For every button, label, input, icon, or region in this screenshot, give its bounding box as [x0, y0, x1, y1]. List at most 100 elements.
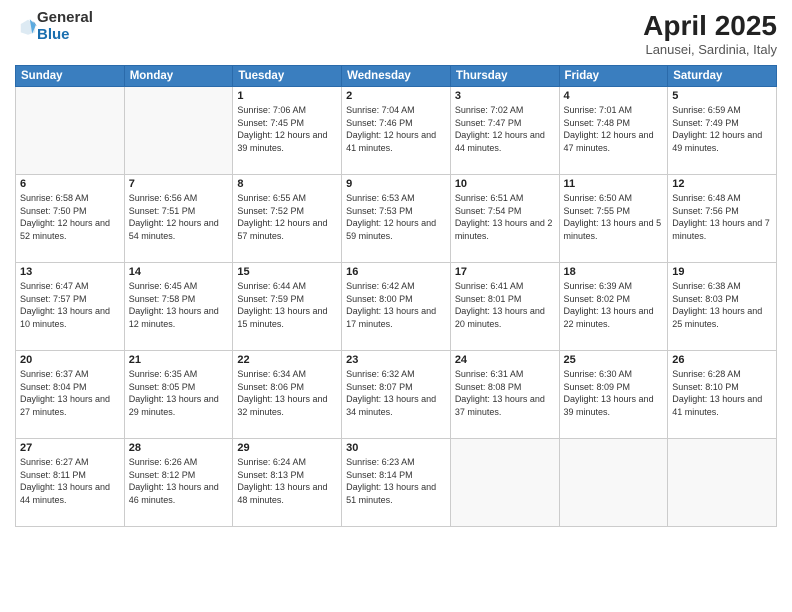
day-cell: 22Sunrise: 6:34 AM Sunset: 8:06 PM Dayli… [233, 351, 342, 439]
day-number: 28 [129, 442, 229, 454]
week-row-1: 1 Sunrise: 7:06 AM Sunset: 7:45 PM Daylig… [16, 87, 777, 175]
day-cell: 19 Sunrise: 6:38 AM Sunset: 8:03 PM Dayli… [668, 263, 777, 351]
day-number: 27 [20, 442, 120, 454]
logo-text: General Blue [37, 10, 93, 43]
day-cell: 17 Sunrise: 6:41 AM Sunset: 8:01 PM Dayli… [450, 263, 559, 351]
day-number: 17 [455, 266, 555, 278]
day-info: Sunrise: 6:50 AM Sunset: 7:55 PM Dayligh… [564, 192, 664, 242]
day-number: 11 [564, 178, 664, 190]
day-cell [16, 87, 125, 175]
header-cell-friday: Friday [559, 66, 668, 87]
day-cell: 28 Sunrise: 6:26 AM Sunset: 8:12 PM Dayli… [124, 439, 233, 527]
day-number: 19 [672, 266, 772, 278]
day-info: Sunrise: 6:27 AM Sunset: 8:11 PM Dayligh… [20, 456, 120, 506]
day-info: Sunrise: 6:58 AM Sunset: 7:50 PM Dayligh… [20, 192, 120, 242]
day-cell: 4 Sunrise: 7:01 AM Sunset: 7:48 PM Daylig… [559, 87, 668, 175]
day-number: 30 [346, 442, 446, 454]
day-number: 1 [237, 90, 337, 102]
day-info: Sunrise: 6:32 AM Sunset: 8:07 PM Dayligh… [346, 368, 446, 418]
day-number: 14 [129, 266, 229, 278]
day-info: Sunrise: 6:28 AM Sunset: 8:10 PM Dayligh… [672, 368, 772, 418]
day-cell: 2 Sunrise: 7:04 AM Sunset: 7:46 PM Daylig… [342, 87, 451, 175]
page: General Blue April 2025 Lanusei, Sardini… [0, 0, 792, 612]
day-cell: 30 Sunrise: 6:23 AM Sunset: 8:14 PM Dayli… [342, 439, 451, 527]
day-cell: 24Sunrise: 6:31 AM Sunset: 8:08 PM Dayli… [450, 351, 559, 439]
day-number: 7 [129, 178, 229, 190]
day-cell [450, 439, 559, 527]
day-info: Sunrise: 7:01 AM Sunset: 7:48 PM Dayligh… [564, 104, 664, 154]
logo-blue: Blue [37, 27, 93, 44]
day-info: Sunrise: 6:44 AM Sunset: 7:59 PM Dayligh… [237, 280, 337, 330]
day-number: 9 [346, 178, 446, 190]
day-cell [668, 439, 777, 527]
day-cell: 8Sunrise: 6:55 AM Sunset: 7:52 PM Daylig… [233, 175, 342, 263]
day-number: 18 [564, 266, 664, 278]
day-number: 13 [20, 266, 120, 278]
day-cell: 16Sunrise: 6:42 AM Sunset: 8:00 PM Dayli… [342, 263, 451, 351]
day-info: Sunrise: 7:02 AM Sunset: 7:47 PM Dayligh… [455, 104, 555, 154]
day-cell: 13 Sunrise: 6:47 AM Sunset: 7:57 PM Dayli… [16, 263, 125, 351]
day-cell: 20 Sunrise: 6:37 AM Sunset: 8:04 PM Dayli… [16, 351, 125, 439]
day-cell: 29Sunrise: 6:24 AM Sunset: 8:13 PM Dayli… [233, 439, 342, 527]
week-row-2: 6 Sunrise: 6:58 AM Sunset: 7:50 PM Daylig… [16, 175, 777, 263]
day-info: Sunrise: 6:37 AM Sunset: 8:04 PM Dayligh… [20, 368, 120, 418]
day-info: Sunrise: 6:35 AM Sunset: 8:05 PM Dayligh… [129, 368, 229, 418]
day-info: Sunrise: 6:23 AM Sunset: 8:14 PM Dayligh… [346, 456, 446, 506]
day-info: Sunrise: 6:26 AM Sunset: 8:12 PM Dayligh… [129, 456, 229, 506]
day-number: 6 [20, 178, 120, 190]
day-cell: 3 Sunrise: 7:02 AM Sunset: 7:47 PM Daylig… [450, 87, 559, 175]
day-info: Sunrise: 6:59 AM Sunset: 7:49 PM Dayligh… [672, 104, 772, 154]
day-number: 26 [672, 354, 772, 366]
day-cell: 18 Sunrise: 6:39 AM Sunset: 8:02 PM Dayli… [559, 263, 668, 351]
day-cell: 7 Sunrise: 6:56 AM Sunset: 7:51 PM Daylig… [124, 175, 233, 263]
day-info: Sunrise: 6:31 AM Sunset: 8:08 PM Dayligh… [455, 368, 555, 418]
day-cell: 25Sunrise: 6:30 AM Sunset: 8:09 PM Dayli… [559, 351, 668, 439]
day-info: Sunrise: 6:30 AM Sunset: 8:09 PM Dayligh… [564, 368, 664, 418]
day-info: Sunrise: 6:47 AM Sunset: 7:57 PM Dayligh… [20, 280, 120, 330]
day-cell: 15 Sunrise: 6:44 AM Sunset: 7:59 PM Dayli… [233, 263, 342, 351]
day-cell: 26 Sunrise: 6:28 AM Sunset: 8:10 PM Dayli… [668, 351, 777, 439]
header-cell-saturday: Saturday [668, 66, 777, 87]
day-cell: 27 Sunrise: 6:27 AM Sunset: 8:11 PM Dayli… [16, 439, 125, 527]
header-cell-thursday: Thursday [450, 66, 559, 87]
logo-general: General [37, 10, 93, 27]
day-info: Sunrise: 6:53 AM Sunset: 7:53 PM Dayligh… [346, 192, 446, 242]
day-cell: 9 Sunrise: 6:53 AM Sunset: 7:53 PM Daylig… [342, 175, 451, 263]
day-info: Sunrise: 6:34 AM Sunset: 8:06 PM Dayligh… [237, 368, 337, 418]
day-number: 12 [672, 178, 772, 190]
day-cell: 1 Sunrise: 7:06 AM Sunset: 7:45 PM Daylig… [233, 87, 342, 175]
title-month: April 2025 [643, 10, 777, 42]
title-block: April 2025 Lanusei, Sardinia, Italy [643, 10, 777, 57]
day-number: 5 [672, 90, 772, 102]
day-info: Sunrise: 6:56 AM Sunset: 7:51 PM Dayligh… [129, 192, 229, 242]
day-cell: 10 Sunrise: 6:51 AM Sunset: 7:54 PM Dayli… [450, 175, 559, 263]
day-info: Sunrise: 6:38 AM Sunset: 8:03 PM Dayligh… [672, 280, 772, 330]
day-number: 3 [455, 90, 555, 102]
week-row-4: 20 Sunrise: 6:37 AM Sunset: 8:04 PM Dayli… [16, 351, 777, 439]
day-number: 4 [564, 90, 664, 102]
day-info: Sunrise: 7:06 AM Sunset: 7:45 PM Dayligh… [237, 104, 337, 154]
day-number: 2 [346, 90, 446, 102]
week-row-3: 13 Sunrise: 6:47 AM Sunset: 7:57 PM Dayli… [16, 263, 777, 351]
header: General Blue April 2025 Lanusei, Sardini… [15, 10, 777, 57]
day-cell: 12Sunrise: 6:48 AM Sunset: 7:56 PM Dayli… [668, 175, 777, 263]
day-info: Sunrise: 6:39 AM Sunset: 8:02 PM Dayligh… [564, 280, 664, 330]
week-row-5: 27 Sunrise: 6:27 AM Sunset: 8:11 PM Dayli… [16, 439, 777, 527]
header-row: SundayMondayTuesdayWednesdayThursdayFrid… [16, 66, 777, 87]
day-cell: 5 Sunrise: 6:59 AM Sunset: 7:49 PM Daylig… [668, 87, 777, 175]
day-number: 10 [455, 178, 555, 190]
day-number: 16 [346, 266, 446, 278]
day-info: Sunrise: 6:55 AM Sunset: 7:52 PM Dayligh… [237, 192, 337, 242]
day-info: Sunrise: 6:41 AM Sunset: 8:01 PM Dayligh… [455, 280, 555, 330]
day-cell: 14 Sunrise: 6:45 AM Sunset: 7:58 PM Dayli… [124, 263, 233, 351]
day-cell: 21Sunrise: 6:35 AM Sunset: 8:05 PM Dayli… [124, 351, 233, 439]
day-number: 15 [237, 266, 337, 278]
logo: General Blue [15, 10, 93, 43]
day-info: Sunrise: 7:04 AM Sunset: 7:46 PM Dayligh… [346, 104, 446, 154]
title-location: Lanusei, Sardinia, Italy [643, 42, 777, 57]
day-info: Sunrise: 6:45 AM Sunset: 7:58 PM Dayligh… [129, 280, 229, 330]
day-cell: 23Sunrise: 6:32 AM Sunset: 8:07 PM Dayli… [342, 351, 451, 439]
day-info: Sunrise: 6:51 AM Sunset: 7:54 PM Dayligh… [455, 192, 555, 242]
day-number: 20 [20, 354, 120, 366]
header-cell-tuesday: Tuesday [233, 66, 342, 87]
